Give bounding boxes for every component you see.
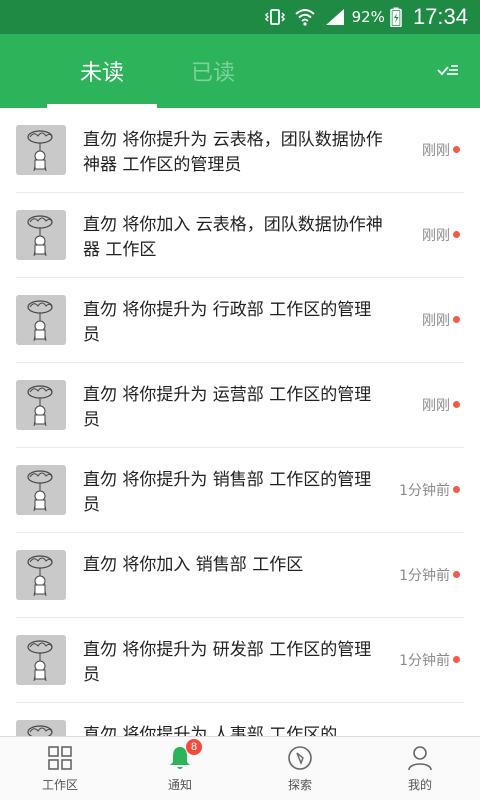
unread-dot [453, 316, 460, 323]
nav-notifications[interactable]: 8 通知 [120, 737, 240, 800]
avatar [16, 380, 66, 430]
avatar [16, 465, 66, 515]
compass-icon [286, 744, 314, 772]
notification-list[interactable]: 直勿 将你提升为 云表格，团队数据协作神器 工作区的管理员 刚刚 直勿 将你加入 云… [0, 108, 480, 736]
notification-item[interactable]: 直勿 将你提升为 行政部 工作区的管理员 刚刚 [0, 278, 480, 363]
notification-message: 直勿 将你提升为 云表格，团队数据协作神器 工作区的管理员 [83, 130, 383, 175]
avatar [16, 720, 66, 736]
notification-item[interactable]: 直勿 将你加入 云表格，团队数据协作神器 工作区 刚刚 [0, 193, 480, 278]
battery-icon [389, 7, 403, 27]
signal-icon [324, 7, 346, 27]
notification-time: 1分钟前 [399, 483, 450, 499]
status-time: 17:34 [412, 4, 468, 29]
nav-profile[interactable]: 我的 [360, 737, 480, 800]
mark-all-read-icon[interactable] [436, 58, 462, 82]
notification-message: 直勿 将你提升为 人事部 工作区的 [83, 725, 338, 736]
user-icon [406, 744, 434, 772]
nav-explore-label: 探索 [287, 778, 312, 792]
unread-dot [453, 231, 460, 238]
unread-dot [453, 401, 460, 408]
unread-dot [453, 146, 460, 153]
avatar [16, 210, 66, 260]
notification-item[interactable]: 直勿 将你提升为 销售部 工作区的管理员 1分钟前 [0, 448, 480, 533]
notification-item[interactable]: 直勿 将你加入 销售部 工作区 1分钟前 [0, 533, 480, 618]
bottom-nav: 工作区 8 通知 探索 我的 [0, 736, 480, 800]
battery-percent: 92% [351, 8, 385, 26]
notification-message: 直勿 将你提升为 研发部 工作区的管理员 [83, 640, 372, 685]
notification-item[interactable]: 直勿 将你提升为 运营部 工作区的管理员 刚刚 [0, 363, 480, 448]
notification-message: 直勿 将你加入 云表格，团队数据协作神器 工作区 [83, 215, 383, 260]
notification-item[interactable]: 直勿 将你提升为 人事部 工作区的 [0, 703, 480, 736]
nav-workspace[interactable]: 工作区 [0, 737, 120, 800]
notification-time: 刚刚 [422, 143, 450, 159]
notification-message: 直勿 将你加入 销售部 工作区 [83, 555, 304, 575]
notification-time: 1分钟前 [399, 568, 450, 584]
status-bar: 92% 17:34 [0, 0, 480, 34]
notification-message: 直勿 将你提升为 行政部 工作区的管理员 [83, 300, 372, 345]
grid-icon [46, 744, 74, 772]
avatar [16, 550, 66, 600]
avatar [16, 125, 66, 175]
notification-time: 1分钟前 [399, 653, 450, 669]
notification-time: 刚刚 [422, 228, 450, 244]
nav-notifications-label: 通知 [167, 778, 192, 792]
nav-explore[interactable]: 探索 [240, 737, 360, 800]
unread-dot [453, 486, 460, 493]
nav-workspace-label: 工作区 [41, 778, 78, 792]
tab-unread[interactable]: 未读 [47, 34, 157, 108]
notification-message: 直勿 将你提升为 运营部 工作区的管理员 [83, 385, 372, 430]
unread-dot [453, 571, 460, 578]
notification-item[interactable]: 直勿 将你提升为 研发部 工作区的管理员 1分钟前 [0, 618, 480, 703]
unread-dot [453, 656, 460, 663]
vibrate-icon [264, 7, 286, 27]
notification-badge: 8 [186, 739, 202, 755]
avatar [16, 295, 66, 345]
avatar [16, 635, 66, 685]
wifi-icon [294, 7, 316, 27]
notification-item[interactable]: 直勿 将你提升为 云表格，团队数据协作神器 工作区的管理员 刚刚 [0, 108, 480, 193]
notification-time: 刚刚 [422, 398, 450, 414]
notification-message: 直勿 将你提升为 销售部 工作区的管理员 [83, 470, 372, 515]
header: 未读 已读 [0, 34, 480, 108]
nav-profile-label: 我的 [407, 778, 432, 792]
tab-read[interactable]: 已读 [158, 34, 268, 108]
notification-time: 刚刚 [422, 313, 450, 329]
bell-icon: 8 [166, 739, 202, 772]
